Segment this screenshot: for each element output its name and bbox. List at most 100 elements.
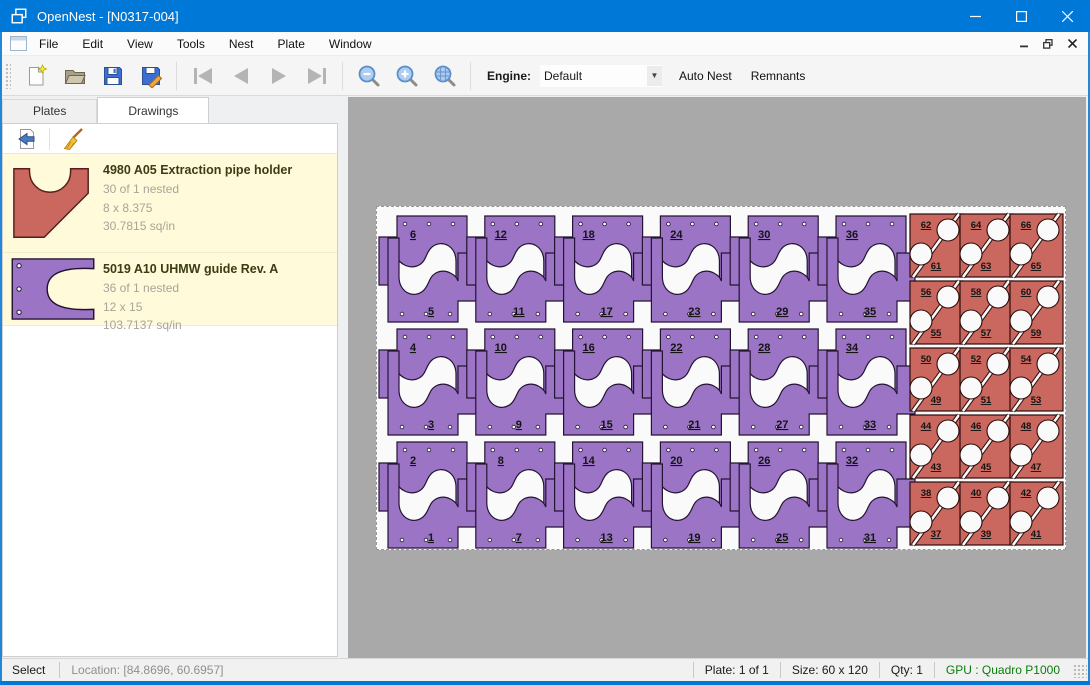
- plate-count: Plate: 1 of 1: [694, 663, 780, 677]
- part-number: 32: [846, 455, 858, 467]
- close-icon: [1062, 11, 1073, 22]
- mdi-minimize-button[interactable]: [1012, 34, 1036, 54]
- nest-part-pair-purple[interactable]: 24 23: [642, 216, 739, 322]
- minimize-button[interactable]: [952, 0, 998, 32]
- window-border-left: [0, 32, 2, 685]
- part-number: 44: [921, 421, 932, 432]
- import-drawing-icon: [14, 127, 38, 151]
- maximize-button[interactable]: [998, 0, 1044, 32]
- part-number: 35: [864, 306, 876, 318]
- previous-plate-button[interactable]: [229, 64, 253, 88]
- part-number: 36: [846, 229, 858, 241]
- open-button[interactable]: [63, 64, 87, 88]
- open-folder-icon: [63, 64, 87, 88]
- nest-part-pair-purple[interactable]: 2827: [730, 329, 827, 435]
- nest-canvas[interactable]: 6512111817242330293635431091615222128273…: [348, 97, 1086, 658]
- first-arrow-icon: [191, 64, 215, 88]
- nest-part-pair-purple[interactable]: 12 11: [467, 216, 564, 322]
- auto-nest-button[interactable]: Auto Nest: [677, 66, 734, 86]
- drawings-panel: 4980 A05 Extraction pipe holder 30 of 1 …: [2, 123, 338, 657]
- menu-nest[interactable]: Nest: [217, 32, 266, 56]
- part-number: 12: [495, 229, 507, 241]
- zoom-in-button[interactable]: [395, 64, 419, 88]
- toolbar-separator: [49, 128, 50, 150]
- nest-part-pair-purple[interactable]: 87: [467, 442, 564, 548]
- plate-sheet[interactable]: 6512111817242330293635431091615222128273…: [376, 206, 1066, 550]
- toolbar-grip[interactable]: [5, 63, 11, 89]
- menu-file[interactable]: File: [27, 32, 70, 56]
- nest-part-pair-red[interactable]: 4241: [1010, 482, 1063, 545]
- last-plate-button[interactable]: [305, 64, 329, 88]
- nest-part-pair-red[interactable]: 4039: [960, 482, 1013, 545]
- send-back-button[interactable]: [13, 126, 39, 152]
- menu-view[interactable]: View: [115, 32, 165, 56]
- zoom-out-button[interactable]: [357, 64, 381, 88]
- nest-part-pair-red[interactable]: 5857: [960, 281, 1013, 344]
- part-number: 11: [513, 306, 525, 318]
- engine-dropdown[interactable]: Default ▼: [540, 65, 662, 87]
- part-number: 15: [600, 419, 612, 431]
- mdi-close-button[interactable]: [1060, 34, 1084, 54]
- nest-part-pair-purple[interactable]: 36 35: [818, 216, 915, 322]
- gpu-indicator: GPU : Quadro P1000: [935, 663, 1071, 677]
- status-bar: Select Location: [84.8696, 60.6957] Plat…: [0, 658, 1090, 681]
- nest-part-pair-purple[interactable]: 2221: [642, 329, 739, 435]
- nest-part-pair-purple[interactable]: 3231: [818, 442, 915, 548]
- nest-part-pair-red[interactable]: 4645: [960, 415, 1013, 478]
- nest-part-pair-red[interactable]: 3837: [910, 482, 963, 545]
- nest-part-pair-purple[interactable]: 3029: [730, 216, 827, 322]
- drawing-list-item[interactable]: 5019 A10 UHMW guide Rev. A 36 of 1 neste…: [3, 253, 337, 326]
- nest-part-pair-red[interactable]: 6665: [1010, 214, 1063, 277]
- nest-part-pair-red[interactable]: 5049: [910, 348, 963, 411]
- nest-part-pair-purple[interactable]: 3433: [818, 329, 915, 435]
- nest-part-pair-purple[interactable]: 1413: [555, 442, 652, 548]
- mdi-restore-button[interactable]: [1036, 34, 1060, 54]
- zoom-fit-button[interactable]: [433, 64, 457, 88]
- new-button[interactable]: [25, 64, 49, 88]
- nest-part-pair-red[interactable]: 4847: [1010, 415, 1063, 478]
- first-plate-button[interactable]: [191, 64, 215, 88]
- nest-part-pair-red[interactable]: 6261: [910, 214, 963, 277]
- menu-plate[interactable]: Plate: [266, 32, 317, 56]
- part-number: 40: [971, 488, 982, 499]
- part-number: 23: [688, 306, 700, 318]
- tab-drawings[interactable]: Drawings: [97, 97, 209, 123]
- nest-part-pair-red[interactable]: 5655: [910, 281, 963, 344]
- menu-window[interactable]: Window: [317, 32, 384, 56]
- nest-part-pair-purple[interactable]: 2625: [730, 442, 827, 548]
- menu-tools[interactable]: Tools: [165, 32, 217, 56]
- drawing-list-item[interactable]: 4980 A05 Extraction pipe holder 30 of 1 …: [3, 154, 337, 253]
- part-number: 8: [498, 455, 504, 467]
- mdi-close-icon: [1068, 39, 1077, 48]
- resize-grip[interactable]: [1073, 664, 1087, 678]
- nest-part-pair-red[interactable]: 6463: [960, 214, 1013, 277]
- close-button[interactable]: [1044, 0, 1090, 32]
- window-border-bottom: [0, 681, 1090, 685]
- save-button[interactable]: [101, 64, 125, 88]
- part-number: 16: [582, 342, 594, 354]
- menu-edit[interactable]: Edit: [70, 32, 115, 56]
- nest-part-pair-red[interactable]: 4443: [910, 415, 963, 478]
- save-as-button[interactable]: [139, 64, 163, 88]
- tab-plates[interactable]: Plates: [2, 99, 97, 123]
- nest-part-pair-red[interactable]: 5251: [960, 348, 1013, 411]
- cursor-location: Location: [84.8696, 60.6957]: [60, 663, 234, 677]
- nest-part-pair-purple[interactable]: 43: [379, 329, 476, 435]
- part-number: 62: [921, 220, 932, 231]
- nest-part-pair-purple[interactable]: 1817: [555, 216, 652, 322]
- nest-part-pair-purple[interactable]: 65: [379, 216, 476, 322]
- remnants-button[interactable]: Remnants: [749, 66, 808, 86]
- nest-part-pair-purple[interactable]: 21: [379, 442, 476, 548]
- part-number: 46: [971, 421, 982, 432]
- nest-part-pair-red[interactable]: 6059: [1010, 281, 1063, 344]
- part-number: 24: [670, 229, 683, 241]
- nest-part-pair-purple[interactable]: 2019: [642, 442, 739, 548]
- next-plate-button[interactable]: [267, 64, 291, 88]
- part-number: 53: [1031, 395, 1042, 406]
- maximize-icon: [1016, 11, 1027, 22]
- clean-button[interactable]: [60, 126, 86, 152]
- last-arrow-icon: [305, 64, 329, 88]
- nest-part-pair-purple[interactable]: 1615: [555, 329, 652, 435]
- nest-part-pair-red[interactable]: 5453: [1010, 348, 1063, 411]
- nest-part-pair-purple[interactable]: 109: [467, 329, 564, 435]
